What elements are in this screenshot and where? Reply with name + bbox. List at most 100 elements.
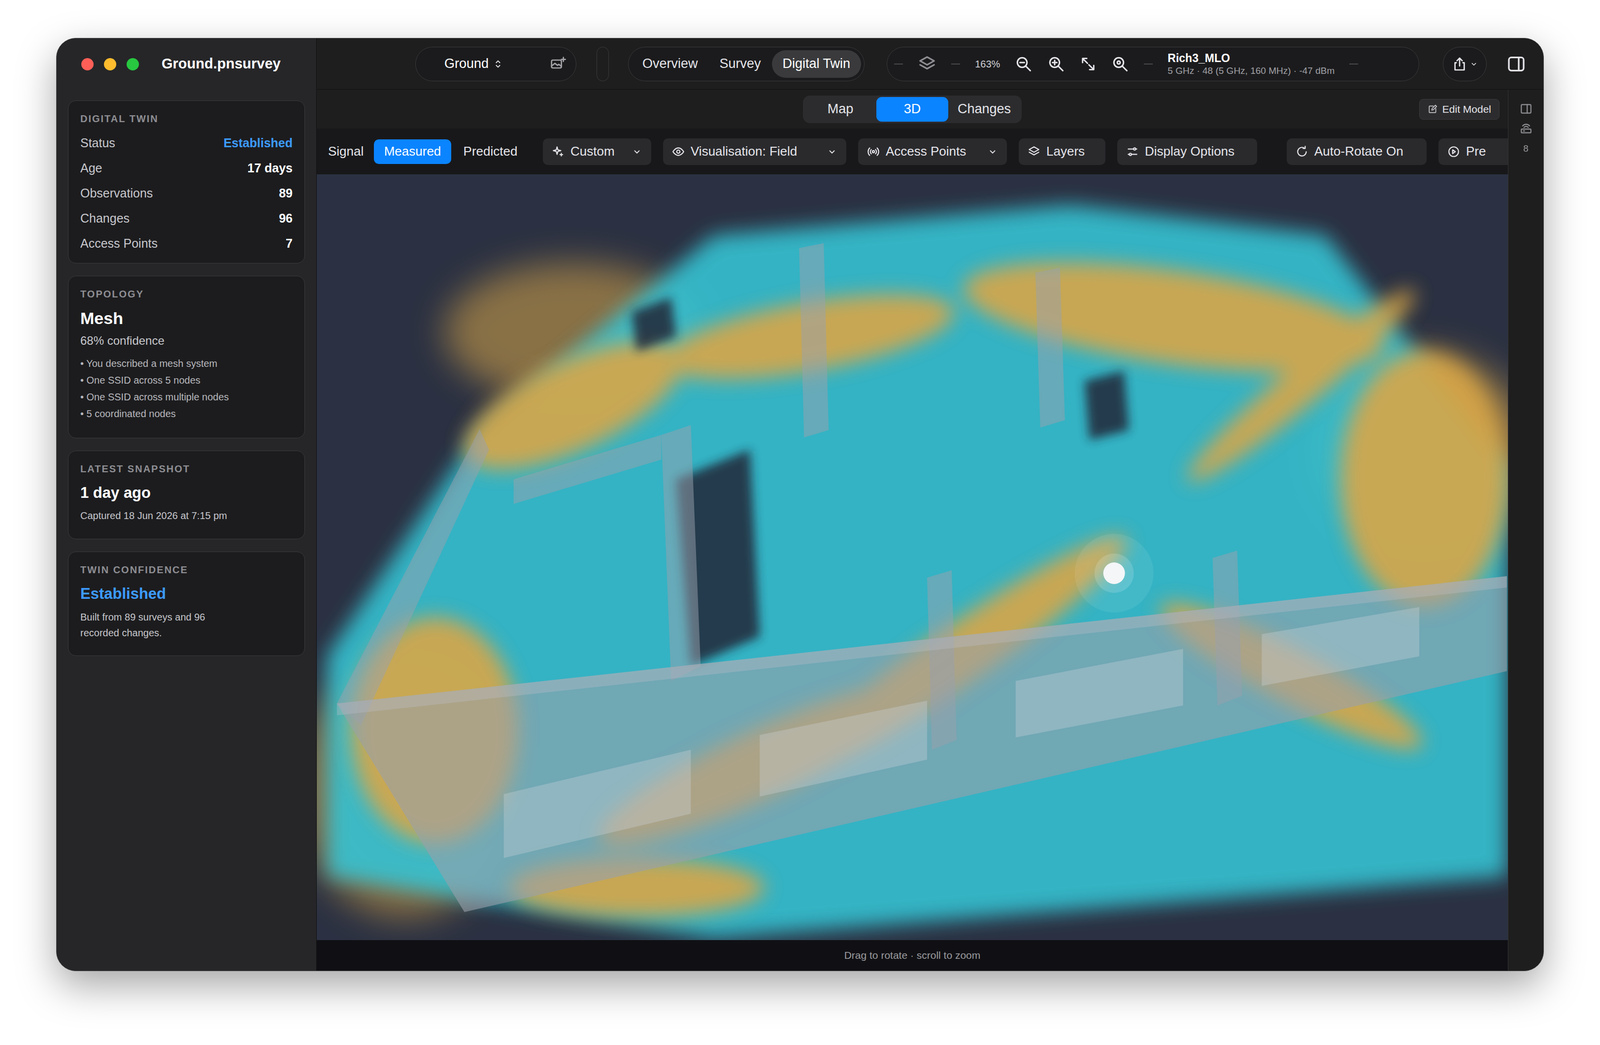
stat-label: Access Points — [80, 234, 158, 254]
signal-option[interactable]: Measured — [373, 139, 452, 165]
signal-label: Signal — [328, 141, 368, 162]
toolbar-button[interactable]: Display Options — [1117, 138, 1258, 166]
confidence-detail: Built from 89 surveys and 96 recorded ch… — [80, 609, 243, 641]
toolbar-spacer — [596, 46, 609, 82]
button-label: Auto-Rotate On — [1314, 141, 1404, 162]
view-tab-label: Survey — [719, 53, 762, 74]
button-label: Pre — [1466, 141, 1486, 162]
edit-model-button[interactable]: Edit Model — [1419, 99, 1500, 120]
minimize-button[interactable] — [103, 58, 117, 71]
main-area: Ground OverviewSurveyDigital Twin 163% — [316, 38, 1544, 971]
toolbar-button[interactable]: Auto-Rotate On — [1286, 138, 1427, 166]
eye-icon — [671, 145, 685, 159]
toolbar-button[interactable]: Pre — [1438, 138, 1508, 166]
view-switcher: Overview Survey Digital Twin — [628, 46, 865, 82]
hint-text: Drag to rotate · scroll to zoom — [844, 947, 981, 964]
evidence-list: • You described a mesh system• One SSID … — [80, 355, 293, 423]
card-heading: TOPOLOGY — [80, 287, 293, 301]
dropdown-button[interactable]: Custom — [542, 138, 652, 166]
share-icon — [1451, 56, 1468, 72]
expand-icon[interactable] — [1079, 55, 1097, 73]
edit-model-label: Edit Model — [1442, 101, 1492, 118]
view-tab-label: Overview — [642, 53, 699, 74]
toolbar-button[interactable]: Layers — [1018, 138, 1106, 166]
zoom-group: 163% Rich3_MLO 5 GHz · 48 (5 GHz, 160 MH… — [886, 46, 1420, 82]
stat-row: Access Points 7 — [80, 231, 293, 257]
confidence-title: Established — [80, 584, 293, 604]
zoom-out-icon[interactable] — [1014, 55, 1033, 73]
zoom-fit-icon[interactable] — [1111, 55, 1130, 73]
signal-field-render — [316, 174, 1508, 941]
share-button[interactable] — [1442, 46, 1487, 82]
mode-tab[interactable]: Map — [804, 97, 877, 122]
topology-confidence: 68% confidence — [80, 333, 293, 349]
window-controls — [81, 58, 139, 71]
content: Map 3D Changes Edit Model Signal Measured P… — [316, 89, 1508, 971]
up-down-chevron-icon — [492, 58, 504, 70]
network-info[interactable]: Rich3_MLO 5 GHz · 48 (5 GHz, 160 MHz) · … — [1167, 51, 1335, 77]
button-label: Layers — [1046, 141, 1085, 162]
sidebar-cards: DIGITAL TWIN StatusEstablishedAge17 days… — [56, 89, 317, 657]
mode-tab[interactable]: 3D — [876, 97, 949, 122]
signal-option-label: Predicted — [463, 141, 518, 162]
chevron-down-icon — [987, 146, 999, 158]
network-details: 5 GHz · 48 (5 GHz, 160 MHz) · -47 dBm — [1167, 65, 1335, 77]
dropdown-button[interactable]: Visualisation: Field — [663, 138, 847, 166]
floor-label: Ground — [444, 53, 489, 74]
mode-tab-label: Map — [827, 99, 854, 120]
edit-icon — [1427, 104, 1438, 115]
signal-switcher: Measured Predicted — [373, 139, 530, 165]
stat-label: Changes — [80, 209, 130, 229]
add-image-icon[interactable] — [550, 56, 567, 72]
chevron-down-icon — [826, 146, 838, 158]
mode-tabs: Map 3D Changes — [802, 95, 1022, 124]
view-tab[interactable]: Survey — [708, 50, 772, 78]
evidence-item: • One SSID across 5 nodes — [80, 371, 293, 389]
evidence-item: • 5 coordinated nodes — [80, 405, 293, 423]
inspector-panel-icon[interactable] — [1519, 102, 1533, 116]
signal-option-label: Measured — [384, 141, 442, 162]
floor-picker[interactable]: Ground — [415, 46, 577, 82]
topology-card: TOPOLOGY Mesh 68% confidence • You descr… — [67, 275, 305, 439]
mode-tab-label: Changes — [957, 99, 1011, 120]
signal-option[interactable]: Predicted — [453, 139, 528, 165]
title-bar: Ground.pnsurvey — [56, 38, 317, 90]
close-button[interactable] — [81, 58, 94, 71]
stat-value: 17 days — [247, 159, 293, 178]
rotate-icon — [1295, 145, 1309, 159]
card-heading: DIGITAL TWIN — [80, 111, 293, 126]
rail-badge: 8 — [1523, 141, 1529, 157]
antenna-icon — [866, 145, 880, 159]
zoom-button[interactable] — [126, 58, 139, 71]
stat-row: Age17 days — [80, 155, 293, 181]
card-heading: TWIN CONFIDENCE — [80, 563, 293, 577]
sidebar: Ground.pnsurvey DIGITAL TWIN StatusEstab… — [56, 38, 317, 971]
stat-row: StatusEstablished — [80, 130, 293, 156]
evidence-item: • You described a mesh system — [80, 355, 293, 372]
chevron-down-icon — [1469, 59, 1479, 69]
view-tab[interactable]: Overview — [631, 50, 709, 78]
access-point-icon[interactable] — [1519, 122, 1533, 135]
button-label: Display Options — [1144, 141, 1235, 162]
stat-value: 96 — [278, 209, 293, 229]
view-tab[interactable]: Digital Twin — [771, 50, 862, 78]
dropdown-button[interactable]: Access Points — [858, 138, 1007, 166]
view-tab-label: Digital Twin — [782, 53, 851, 74]
zoom-in-icon[interactable] — [1047, 55, 1066, 73]
sidebar-toggle-icon[interactable] — [1506, 54, 1527, 74]
button-label: Visualisation: Field — [690, 141, 798, 162]
app-window: Ground.pnsurvey DIGITAL TWIN StatusEstab… — [56, 37, 1544, 972]
network-name: Rich3_MLO — [1167, 51, 1335, 66]
stat-value: 7 — [285, 234, 293, 254]
layers-icon[interactable] — [917, 54, 937, 74]
layers-icon — [1027, 145, 1041, 159]
digital-twin-card: DIGITAL TWIN StatusEstablishedAge17 days… — [67, 100, 305, 264]
3d-viewport[interactable] — [316, 174, 1508, 941]
stat-label: Status — [80, 133, 116, 153]
chevron-down-icon — [631, 146, 643, 158]
stat-row: Observations89 — [80, 180, 293, 206]
mode-tab[interactable]: Changes — [948, 97, 1021, 122]
window-title: Ground.pnsurvey — [161, 53, 281, 75]
stat-list: StatusEstablishedAge17 daysObservations8… — [80, 130, 293, 257]
stat-value: 89 — [278, 184, 293, 203]
